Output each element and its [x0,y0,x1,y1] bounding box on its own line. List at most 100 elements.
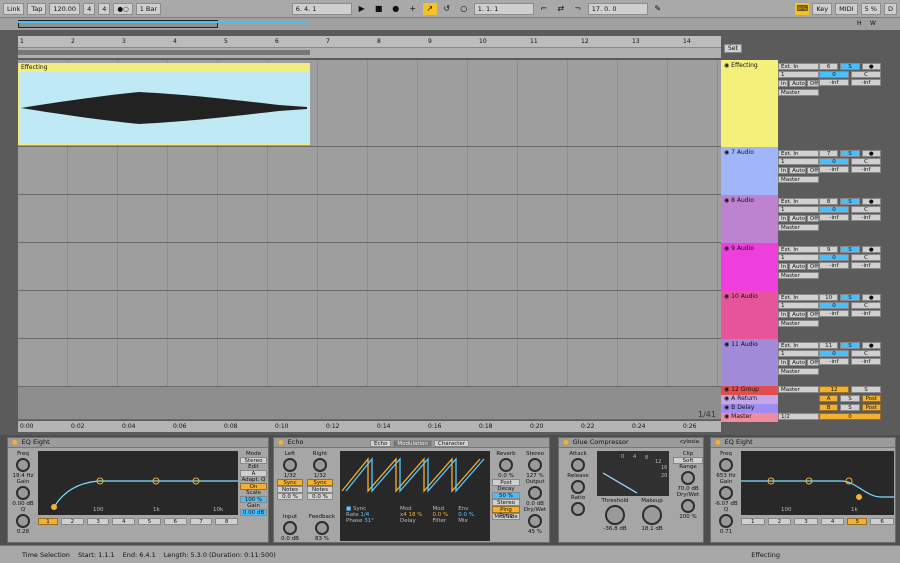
volume-field[interactable]: 0 [819,206,849,213]
eq2-q-value[interactable]: 0.71 [713,529,739,535]
eq1-q-knob[interactable] [16,514,30,528]
echo-drywet-knob[interactable] [528,514,542,528]
echo-left-knob[interactable] [283,458,297,472]
input-type-select[interactable]: Ext. In [778,342,819,349]
loop-length[interactable]: 17. 0. 0 [587,2,648,15]
echo-reverb-position[interactable]: Post [492,479,520,486]
monitor-in[interactable]: In [778,215,789,222]
tempo-field[interactable]: 120.00 [49,2,81,15]
loop-brace-bar[interactable] [18,48,721,58]
echo-left-mode[interactable]: Notes [277,486,303,493]
solo-button[interactable]: S [840,404,860,411]
metronome-icon[interactable]: ●○ [113,2,133,15]
pan-field[interactable]: C [851,350,881,357]
monitor-auto[interactable]: Auto [789,263,806,270]
lane-group-returns[interactable] [18,387,721,420]
glue-makeup-knob[interactable] [642,505,662,525]
arm-icon[interactable]: ● [861,150,881,157]
input-channel-select[interactable]: 1 [778,71,819,78]
device-on-icon[interactable]: ● [715,438,721,447]
eq1-freq-knob[interactable] [16,458,30,472]
quantize-menu[interactable]: 1 Bar [135,2,162,15]
link-button[interactable]: Link [3,2,25,15]
glue-makeup-value[interactable]: 18.1 dB [635,526,669,532]
input-type-select[interactable]: Ext. In [778,150,819,157]
glue-soft-toggle[interactable]: Soft [673,457,703,464]
eq1-band-4[interactable]: 4 [112,518,136,525]
lane-8-audio[interactable] [18,195,721,243]
tap-button[interactable]: Tap [27,2,47,15]
tab-echo[interactable]: Echo [370,440,392,447]
track-activator-icon[interactable]: ◉ [724,245,729,252]
input-type-select[interactable]: Ext. In [778,246,819,253]
play-icon[interactable]: ▶ [355,3,369,15]
echo-right-knob[interactable] [313,458,327,472]
arrangement-position[interactable]: 6. 4. 1 [291,2,352,15]
arrangement-view[interactable]: Effecting 1/41 [18,60,721,420]
monitor-in[interactable]: In [778,311,789,318]
input-channel-select[interactable]: 1 [778,158,819,165]
track-activator-icon[interactable]: ◉ [724,395,729,402]
eq1-scale-value[interactable]: 100 % [240,496,267,503]
output-select[interactable]: Master [778,89,819,96]
output-select[interactable]: Master [778,176,819,183]
eq1-band-2[interactable]: 2 [61,518,84,525]
tab-modulation[interactable]: Modulation [393,440,432,447]
monitor-auto[interactable]: Auto [789,167,806,174]
solo-button[interactable]: S [840,198,860,205]
key-map-button[interactable]: Key [812,2,833,15]
track-header[interactable]: ◉ 9 Audio [721,243,778,291]
glue-drywet-knob[interactable] [681,499,695,513]
monitor-auto[interactable]: Auto [789,215,806,222]
echo-feedback-value[interactable]: 83 % [307,536,337,542]
sig-numerator[interactable]: 4 [83,2,96,15]
track-header[interactable]: ◉ 7 Audio [721,147,778,195]
track-number[interactable]: 11 [819,342,839,349]
echo-phase-value[interactable]: 31° [364,518,374,524]
status-track[interactable]: Effecting [751,551,780,559]
echo-reverb-knob[interactable] [499,458,513,472]
eq1-band-7[interactable]: 7 [189,518,213,525]
monitor-off[interactable]: Off [806,215,819,222]
eq2-gain-knob[interactable] [719,486,733,500]
track-header[interactable]: ◉ 10 Audio [721,291,778,339]
lane-11-audio[interactable] [18,339,721,387]
record-icon[interactable]: ● [389,3,403,15]
monitor-in[interactable]: In [778,80,789,87]
device-on-icon[interactable]: ● [563,438,569,447]
output-select[interactable]: 1/2 [778,413,819,420]
eq-eight-device-1[interactable]: ● EQ Eight Freq 19.4 Hz Gain 0.00 dB Q 0.… [7,437,269,543]
eq2-display[interactable]: 100 1k [741,451,894,515]
echo-mod-display[interactable]: ■ Sync Rate 1/4 Phase 31° Mod x4 18 % Dela… [340,451,490,541]
output-select[interactable]: Master [778,368,819,375]
glue-release-knob[interactable] [571,480,585,494]
track-number[interactable]: 7 [819,150,839,157]
solo-button[interactable]: S [840,342,860,349]
glue-preset[interactable]: cylosia [680,438,699,447]
input-type-select[interactable]: Ext. In [778,198,819,205]
monitor-off[interactable]: Off [806,167,819,174]
overdub-icon[interactable]: + [406,3,420,15]
monitor-in[interactable]: In [778,167,789,174]
track-activator-icon[interactable]: ◉ [724,293,729,300]
track-number[interactable]: 0 [819,413,881,420]
echo-right-offset[interactable]: 0.0 % [307,493,333,500]
input-channel-select[interactable]: 1 [778,206,819,213]
track-activator-icon[interactable]: ◉ [724,413,729,420]
input-channel-select[interactable]: 1 [778,254,819,261]
small-track-header[interactable]: ◉ Master [721,413,778,422]
eq-eight-device-2[interactable]: ● EQ Eight Freq 653 Hz Gain -6.07 dB Q 0.… [710,437,896,543]
echo-output-knob[interactable] [528,486,542,500]
track-activator-icon[interactable]: ◉ [724,386,729,393]
track-activator-icon[interactable]: ◉ [724,197,729,204]
small-track-header[interactable]: ◉ A Return [721,395,778,404]
post-button[interactable]: Post [861,404,881,411]
eq1-display[interactable]: 100 1k 10k [38,451,238,515]
eq2-q-knob[interactable] [719,514,733,528]
volume-field[interactable]: 0 [819,158,849,165]
eq2-band-4[interactable]: 4 [820,518,845,525]
arm-icon[interactable]: ● [861,246,881,253]
pan-field[interactable]: C [851,71,881,78]
monitor-off[interactable]: Off [806,359,819,366]
eq1-band-5[interactable]: 5 [138,518,161,525]
